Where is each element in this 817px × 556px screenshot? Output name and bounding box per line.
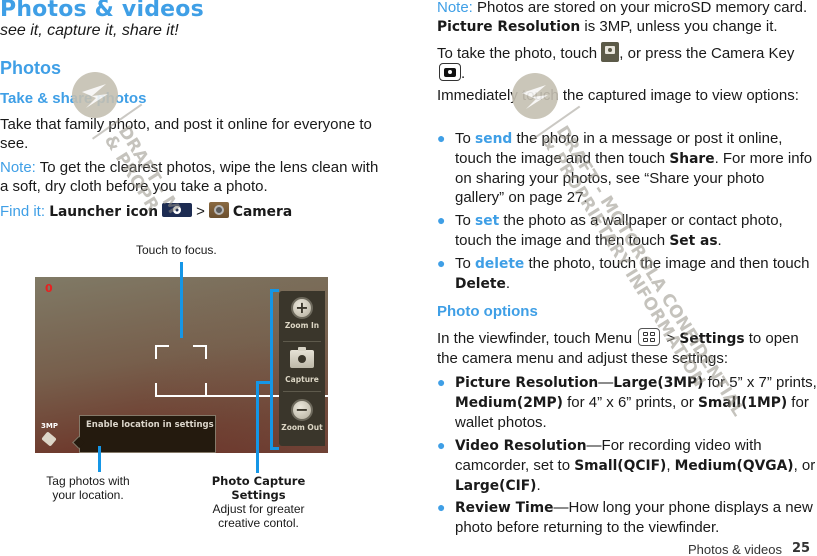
launcher-icon (162, 203, 193, 217)
capture-icon (290, 347, 314, 368)
capture-label: Capture (285, 375, 319, 384)
page-number: 25 (792, 541, 811, 556)
callout-line-focus (180, 262, 183, 338)
bullet-icon: ● (437, 374, 446, 390)
action-set: set (475, 213, 500, 229)
callout-bracket-bottom (270, 447, 279, 450)
menu-key-icon (638, 328, 661, 346)
capture-icon (601, 42, 620, 62)
divider (283, 391, 321, 392)
bullet-icon: ● (437, 130, 446, 146)
find-it-path: Find it: Launcher icon > Camera (0, 202, 380, 222)
motorola-logo-watermark-icon (72, 72, 118, 118)
note-label: Note: (437, 0, 473, 16)
photo-options-heading: Photo options (437, 303, 538, 320)
callout-line-settings-v (256, 381, 259, 473)
camera-app-label: Camera (232, 204, 293, 220)
callout-bracket-top (270, 289, 279, 292)
bullet-icon: ● (437, 212, 446, 228)
resolution-label: 3MP (41, 422, 58, 430)
zoom-out-button[interactable]: − Zoom Out (279, 399, 325, 432)
viewfinder-paragraph: In the viewfinder, touch Menu > Settings… (437, 328, 799, 367)
zoom-in-label: Zoom In (284, 321, 320, 330)
callout-touch-to-focus: Touch to focus. (136, 243, 217, 257)
setting-review-time: ● Review Time—How long your phone displa… (437, 499, 813, 536)
storage-note: Note: Photos are stored on your microSD … (437, 0, 808, 35)
callout-photo-capture-settings: Photo Capture Settings Adjust for greate… (196, 474, 321, 530)
footer-section-name: Photos & videos (688, 542, 782, 556)
launcher-icon-label: Launcher icon (49, 204, 159, 220)
intro-paragraph: Take that family photo, and post it onli… (0, 116, 372, 152)
callout-line-tag (98, 446, 101, 472)
motorola-logo-watermark-icon (512, 73, 558, 119)
rec-indicator: 0 (45, 282, 53, 295)
focus-frame[interactable] (155, 345, 328, 397)
setting-picture-resolution: ● Picture Resolution—Large(3MP) for 5” x… (437, 374, 817, 431)
bullet-icon: ● (437, 255, 446, 271)
callout-settings-title: Photo Capture Settings (211, 474, 306, 502)
callout-settings-text: Adjust for greater creative contol. (212, 502, 305, 530)
location-tooltip-text: Enable location in settings (86, 420, 214, 430)
section-heading-photos: Photos (0, 58, 61, 78)
page-title: Photos & videos (0, 0, 204, 22)
bullet-icon: ● (437, 499, 446, 515)
find-it-label: Find it: (0, 203, 46, 220)
zoom-in-button[interactable]: + Zoom In (279, 297, 325, 330)
note-text: To get the clearest photos, wipe the len… (0, 159, 379, 195)
page-subtitle: see it, capture it, share it! (0, 22, 179, 39)
callout-tag-photos: Tag photos with your location. (46, 474, 130, 502)
action-delete: delete (475, 256, 525, 272)
settings-term: Settings (679, 331, 745, 347)
bullet-icon: ● (437, 437, 446, 453)
zoom-out-icon: − (291, 399, 313, 421)
camera-control-panel: + Zoom In Capture − Zoom Out (279, 291, 325, 446)
action-send: send (475, 131, 513, 147)
option-send: ● To send the photo in a message or post… (437, 130, 813, 206)
camera-key-icon (439, 63, 461, 81)
option-set: ● To set the photo as a wallpaper or con… (437, 212, 783, 249)
immediately-paragraph: Immediately touch the captured image to … (437, 87, 799, 104)
zoom-out-label: Zoom Out (281, 423, 323, 432)
callout-bracket-v (270, 289, 273, 449)
note-label: Note: (0, 159, 36, 176)
camera-app-icon (208, 202, 229, 218)
picture-resolution-term: Picture Resolution (437, 19, 581, 35)
note-paragraph: Note: To get the clearest photos, wipe t… (0, 158, 380, 196)
take-photo-paragraph: To take the photo, touch , or press the … (437, 42, 817, 83)
divider (283, 341, 321, 342)
capture-button[interactable]: Capture (279, 346, 325, 384)
setting-video-resolution: ● Video Resolution—For recording video w… (437, 437, 816, 494)
zoom-in-icon: + (291, 297, 313, 319)
path-separator: > (196, 203, 205, 220)
option-delete: ● To delete the photo, touch the image a… (437, 255, 810, 292)
